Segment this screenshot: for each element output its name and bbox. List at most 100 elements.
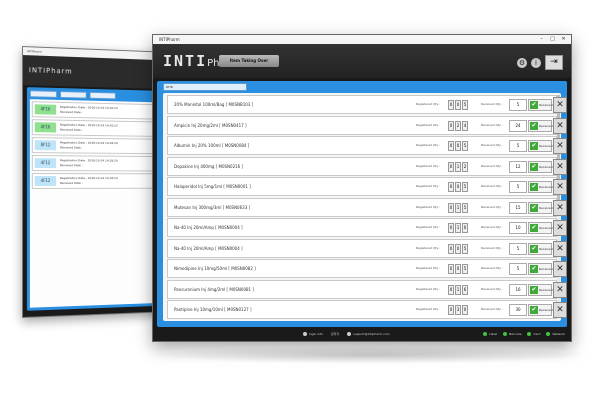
received-button[interactable]: ✔ Received [528,181,553,193]
order-row[interactable]: 4F12 Registration Date : 2018-10-24 14:28… [31,155,155,172]
received-button-label: Received [539,144,553,148]
remove-icon[interactable]: ✕ [553,240,567,257]
check-icon: ✔ [530,265,538,273]
received-qty-input[interactable]: 24 [509,119,527,132]
order-row[interactable]: 4F16 Registration Date : 2018-10-24 14:42… [31,101,155,120]
exit-icon[interactable]: ⇥ [545,55,563,70]
received-date: Received Date : [59,181,83,185]
remove-icon[interactable]: ✕ [553,158,567,175]
remove-icon[interactable]: ✕ [553,261,567,277]
front-window-content: RFID Cancel 20% Mannitol 100ml/Bag [ M0S… [157,81,567,327]
medicine-row: Pantipine Inj 10mg/10ml [ M0SN0127 ] Regi… [167,300,567,319]
remove-icon[interactable]: ✕ [553,220,567,236]
received-button[interactable]: ✔ Received [528,283,553,296]
received-button[interactable]: ✔ Received [528,304,553,316]
received-qty-input[interactable]: 5 [509,140,527,152]
registered-qty-label: Registered Qty : [416,266,441,270]
remove-icon[interactable]: ✕ [553,302,567,318]
registered-qty-label: Registered Qty : [416,204,441,209]
received-button[interactable]: ✔ Received [528,242,553,255]
qty-digit: 0 [455,182,461,192]
logo-sub: Pharm [46,66,73,76]
received-qty-input[interactable]: 30 [509,304,527,316]
filter-field-2[interactable] [59,91,87,99]
received-button-label: Received [539,205,553,210]
medicine-name: Haloperidol Inj 5mg/1ml [ M0SN0001 ] [174,184,251,189]
qty-digit: 0 [448,182,454,192]
order-row[interactable]: 8F12 Registration Date : 2018-10-24 14:28… [31,137,155,155]
order-row[interactable]: 4F16 Registration Date : 2018-10-24 14:42… [31,119,155,137]
received-qty-label: Received Qty : [481,143,503,147]
order-tag: 4F16 [34,104,57,115]
login-label: login info [309,332,323,336]
remove-icon[interactable]: ✕ [553,97,567,113]
qty-digit: 0 [448,223,454,233]
settings-icon[interactable]: ⚙ [517,57,527,68]
check-icon: ✔ [530,142,538,150]
received-button[interactable]: ✔ Received [528,201,553,214]
status-indicator: Label [483,331,497,337]
user-name: 관리자 [330,332,340,336]
registered-qty-digits: 012 [448,161,468,172]
received-qty-input[interactable]: 12 [509,160,527,173]
support-icon [347,332,352,336]
registered-qty-label: Registered Qty : [416,102,441,106]
check-icon: ✔ [530,183,538,191]
medicine-name: Depakine Inj 400mg [ M0SN0216 ] [174,163,244,169]
scrollbar-thumb[interactable] [557,95,560,215]
received-qty-input[interactable]: 5 [509,242,527,255]
received-qty-input[interactable]: 5 [509,99,527,111]
order-info: Registration Date : 2018-10-24 14:28:29 R… [60,140,118,150]
order-info: Registration Date : 2018-10-24 14:28:29 R… [60,158,118,168]
received-button[interactable]: ✔ Received [528,140,553,152]
item-taking-over-button[interactable]: Item Taking Over [219,55,279,67]
order-row[interactable]: 4F12 Registration Date : 2018-10-24 14:28… [31,173,155,189]
qty-digit: 5 [462,202,468,213]
qty-digit: 6 [462,284,468,295]
qty-digit: 0 [455,243,461,254]
check-icon: ✔ [530,203,538,212]
qty-digit: 0 [448,100,454,110]
received-qty-label: Received Qty : [481,225,503,229]
registered-qty-label: Registered Qty : [416,163,441,168]
remove-icon[interactable]: ✕ [553,281,567,298]
registered-qty-digits: 030 [448,305,468,315]
rfid-input[interactable]: RFID [163,83,247,91]
received-button-label: Received [539,267,553,271]
minimize-button[interactable]: – [537,36,546,42]
front-window: INTIPharm – □ ✕ INTIPharm Item Taking Ov… [152,34,572,342]
received-button[interactable]: ✔ Received [528,99,553,111]
medicine-row: Albumin Inj 20% 100ml [ M0SN0084 ] Regist… [167,136,567,155]
received-qty-input[interactable]: 10 [509,222,527,234]
received-qty-input[interactable]: 5 [509,181,527,193]
registered-qty-digits: 005 [448,100,468,110]
received-button[interactable]: ✔ Received [528,263,553,275]
status-indicator-label: Network [552,332,565,336]
info-icon[interactable]: i [531,57,541,68]
qty-digit: 0 [448,141,454,151]
received-qty-input[interactable]: 15 [509,201,527,214]
received-qty-input[interactable]: 16 [509,283,527,296]
qty-digit: 1 [455,284,461,295]
remove-icon[interactable]: ✕ [553,179,567,195]
qty-digit: 5 [462,100,468,110]
received-button[interactable]: ✔ Received [528,222,553,234]
received-button[interactable]: ✔ Received [528,160,553,173]
qty-digit: 1 [455,202,461,213]
maximize-button[interactable]: □ [548,36,557,42]
received-qty-label: Received Qty : [481,102,503,106]
close-button[interactable]: ✕ [559,36,568,42]
remove-icon[interactable]: ✕ [553,138,567,154]
qty-digit: 5 [462,141,468,151]
remove-icon[interactable]: ✕ [553,199,567,216]
back-window-content: 4F16 Registration Date : 2018-10-24 14:42… [26,87,160,311]
received-button-label: Received [539,103,553,107]
order-tag: 4F16 [34,122,57,133]
filter-field-1[interactable] [29,90,58,98]
check-icon: ✔ [530,101,538,109]
received-qty-input[interactable]: 5 [509,263,527,275]
front-window-titlebar: INTIPharm – □ ✕ [153,35,571,44]
filter-field-3[interactable] [89,91,116,100]
remove-icon[interactable]: ✕ [553,117,567,134]
received-button[interactable]: ✔ Received [528,119,553,132]
